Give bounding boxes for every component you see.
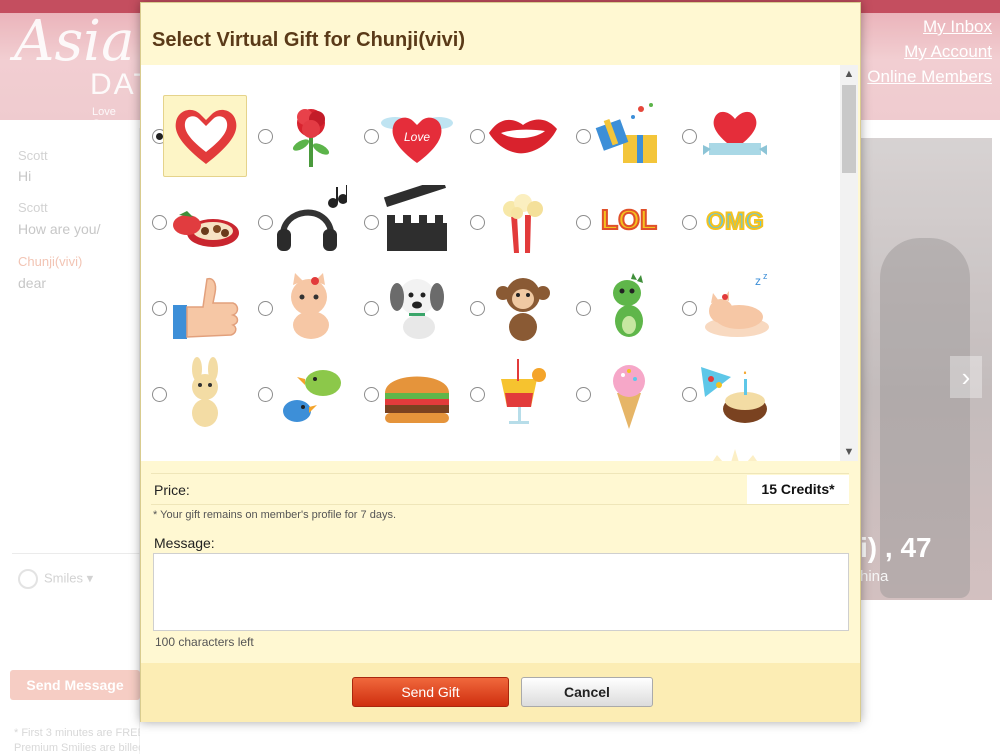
- gift-option[interactable]: [247, 93, 353, 177]
- love-label: Love: [404, 130, 430, 144]
- gift-option[interactable]: [459, 93, 565, 177]
- send-gift-button[interactable]: Send Gift: [352, 677, 509, 707]
- scroll-thumb[interactable]: [842, 85, 856, 173]
- thumbs-up-icon[interactable]: [163, 267, 247, 349]
- popcorn-icon[interactable]: [481, 181, 565, 263]
- dinosaur-icon[interactable]: [587, 267, 671, 349]
- gift-list-scrollbar[interactable]: ▲ ▼: [840, 65, 858, 461]
- gift-option[interactable]: [141, 351, 247, 435]
- price-note: * Your gift remains on member's profile …: [153, 509, 396, 521]
- omg-text-icon[interactable]: OMG: [693, 181, 777, 263]
- gift-option[interactable]: [459, 351, 565, 435]
- party-cake-icon[interactable]: [693, 353, 777, 435]
- winged-love-heart-icon[interactable]: Love: [375, 95, 459, 177]
- gift-option[interactable]: [141, 93, 247, 177]
- dialog-button-bar: Send Gift Cancel: [141, 663, 860, 722]
- burger-icon[interactable]: [375, 353, 459, 435]
- heart-icon[interactable]: [163, 95, 247, 177]
- svg-text:z: z: [755, 274, 761, 288]
- gift-option[interactable]: [671, 437, 777, 461]
- gift-option[interactable]: [247, 179, 353, 263]
- gift-option[interactable]: [459, 265, 565, 349]
- price-value: 15 Credits*: [747, 475, 849, 504]
- cocktail-icon[interactable]: [481, 353, 565, 435]
- scroll-up-icon[interactable]: ▲: [840, 65, 858, 83]
- price-row: Price: 15 Credits*: [151, 473, 849, 505]
- dialog-title: Select Virtual Gift for Chunji(vivi): [152, 29, 466, 51]
- clapperboard-icon[interactable]: [375, 181, 459, 263]
- gift-option[interactable]: [671, 93, 777, 177]
- price-label: Price:: [154, 482, 190, 498]
- crown-icon[interactable]: [693, 439, 777, 461]
- heart-banner-icon[interactable]: [693, 95, 777, 177]
- ice-cream-icon[interactable]: [587, 353, 671, 435]
- lol-label: LOL: [601, 204, 657, 235]
- bunny-icon[interactable]: [163, 353, 247, 435]
- gift-option[interactable]: [247, 265, 353, 349]
- gift-option[interactable]: [353, 351, 459, 435]
- gift-option[interactable]: OMG: [671, 179, 777, 263]
- virtual-gift-dialog: Select Virtual Gift for Chunji(vivi) Lov…: [140, 2, 861, 722]
- gift-option[interactable]: zz: [671, 265, 777, 349]
- rose-icon[interactable]: [269, 95, 353, 177]
- gift-option[interactable]: [141, 179, 247, 263]
- gift-option[interactable]: Love: [353, 93, 459, 177]
- gift-option[interactable]: [671, 351, 777, 435]
- gift-option[interactable]: LOL: [565, 179, 671, 263]
- monkey-icon[interactable]: [481, 267, 565, 349]
- gift-option[interactable]: [141, 265, 247, 349]
- headphones-icon[interactable]: [269, 181, 353, 263]
- gift-option[interactable]: [459, 179, 565, 263]
- gift-list[interactable]: Love LOL OMG z z: [141, 65, 858, 461]
- birds-icon[interactable]: [269, 353, 353, 435]
- chocolate-box-icon[interactable]: [163, 181, 247, 263]
- puppy-icon[interactable]: [375, 267, 459, 349]
- gift-option[interactable]: [565, 351, 671, 435]
- gift-option[interactable]: [247, 351, 353, 435]
- gift-boxes-icon[interactable]: [587, 95, 671, 177]
- message-label: Message:: [154, 535, 215, 551]
- gift-option[interactable]: [353, 265, 459, 349]
- lol-text-icon[interactable]: LOL: [587, 181, 671, 263]
- cancel-button[interactable]: Cancel: [521, 677, 653, 707]
- message-textarea[interactable]: [153, 553, 849, 631]
- scroll-down-icon[interactable]: ▼: [840, 443, 858, 461]
- svg-text:z: z: [763, 271, 768, 281]
- lips-icon[interactable]: [481, 95, 565, 177]
- gift-option[interactable]: [565, 265, 671, 349]
- gift-option[interactable]: [565, 93, 671, 177]
- gift-option[interactable]: [353, 179, 459, 263]
- characters-left: 100 characters left: [155, 635, 254, 649]
- kitten-icon[interactable]: [269, 267, 353, 349]
- sleeping-cat-icon[interactable]: zz: [693, 267, 777, 349]
- omg-label: OMG: [706, 208, 763, 235]
